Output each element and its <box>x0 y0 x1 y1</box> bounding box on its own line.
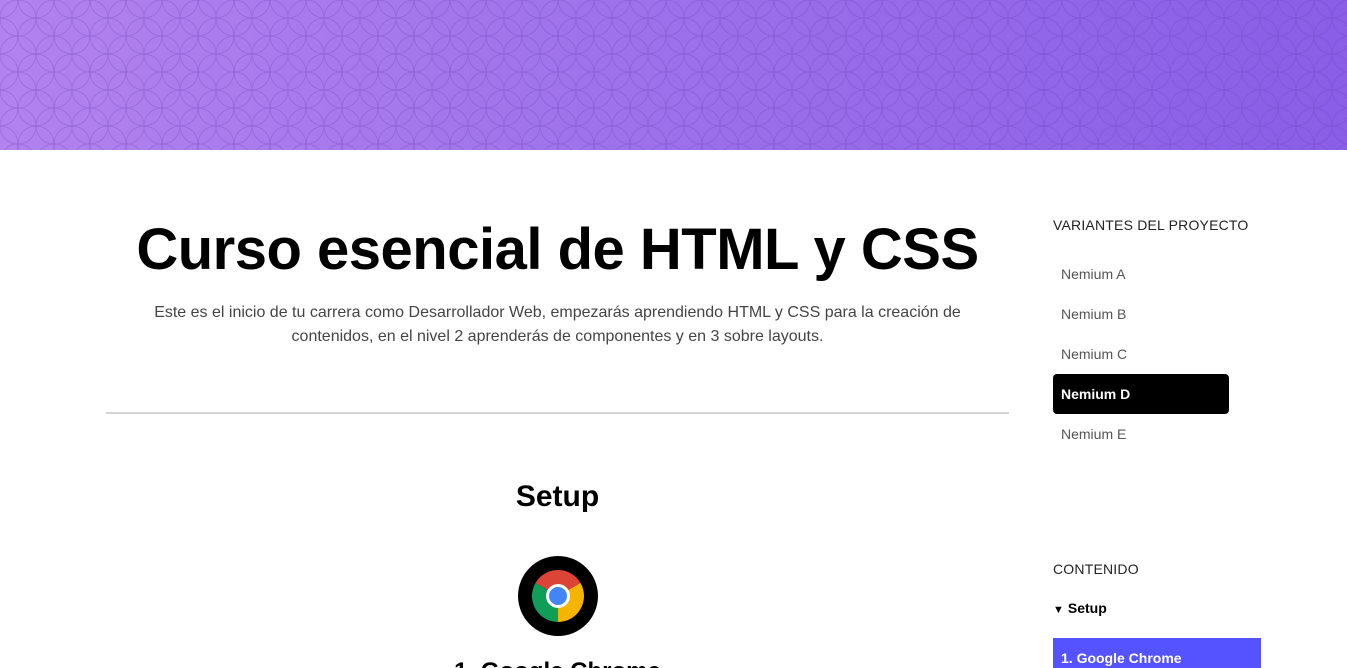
section-title: Setup <box>515 480 600 513</box>
contents-heading: CONTENIDO <box>1053 561 1139 577</box>
chrome-icon <box>518 556 598 636</box>
variants-heading: VARIANTES DEL PROYECTO <box>1053 217 1249 233</box>
step-title: 1. Google Chrome <box>106 658 1009 668</box>
toc-section-toggle[interactable]: ▼ Setup <box>1053 600 1107 616</box>
variant-link-d[interactable]: Nemium D <box>1053 374 1229 414</box>
triangle-down-icon: ▼ <box>1053 604 1064 616</box>
toc-item-google-chrome[interactable]: 1. Google Chrome <box>1053 638 1261 668</box>
hero-banner <box>0 0 1347 150</box>
variant-link-c[interactable]: Nemium C <box>1053 334 1229 374</box>
variants-nav: Nemium A Nemium B Nemium C Nemium D Nemi… <box>1053 254 1229 454</box>
hero-pattern <box>0 0 1347 150</box>
variant-link-b[interactable]: Nemium B <box>1053 294 1229 334</box>
page-description: Este es el inicio de tu carrera como Des… <box>154 304 961 345</box>
variant-link-a[interactable]: Nemium A <box>1053 254 1229 294</box>
toc-section-label: Setup <box>1067 600 1107 616</box>
divider <box>106 412 1009 414</box>
page-title: Curso esencial de HTML y CSS <box>136 217 979 282</box>
variant-link-e[interactable]: Nemium E <box>1053 414 1229 454</box>
